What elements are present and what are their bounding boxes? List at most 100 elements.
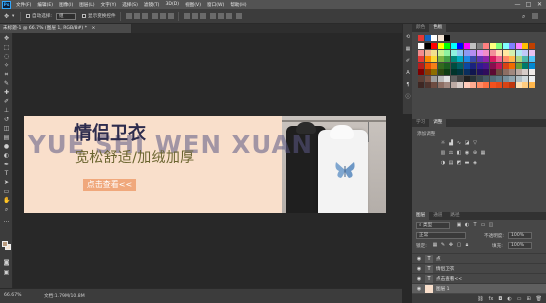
- layer-row[interactable]: ◉ T 情侣卫衣: [412, 263, 546, 273]
- color-swatch[interactable]: [515, 49, 522, 56]
- color-swatch[interactable]: [450, 82, 457, 88]
- healing-brush-tool-icon[interactable]: ✚: [3, 89, 10, 96]
- add-mask-icon[interactable]: ◘: [498, 296, 502, 302]
- dodge-tool-icon[interactable]: ◐: [3, 152, 10, 159]
- recent-color-swatch[interactable]: [418, 35, 424, 41]
- distribute-right-icon[interactable]: [226, 13, 232, 19]
- lock-transparent-icon[interactable]: ▦: [432, 243, 438, 248]
- color-swatch[interactable]: [418, 69, 424, 75]
- foreground-color-swatch[interactable]: [2, 241, 8, 247]
- opacity-field[interactable]: 100%: [508, 232, 532, 239]
- photo-filter-icon[interactable]: ◉: [464, 151, 470, 156]
- color-swatch[interactable]: [431, 43, 437, 49]
- color-swatch[interactable]: [470, 56, 476, 62]
- color-swatch[interactable]: [450, 49, 457, 56]
- align-right-icon[interactable]: [168, 13, 174, 19]
- color-swatch[interactable]: [483, 43, 489, 49]
- color-swatch[interactable]: [431, 56, 437, 62]
- color-swatch[interactable]: [424, 49, 431, 56]
- distribute-top-icon[interactable]: [184, 13, 190, 19]
- menu-select[interactable]: 选择(S): [122, 2, 138, 8]
- zoom-level[interactable]: 66.67%: [4, 293, 22, 298]
- color-swatch[interactable]: [444, 49, 450, 56]
- color-swatch[interactable]: [431, 69, 437, 75]
- color-swatch[interactable]: [509, 49, 515, 56]
- layer-kind-filter[interactable]: ⌕ 类型: [416, 222, 450, 229]
- color-swatch[interactable]: [437, 62, 444, 69]
- color-swatch[interactable]: [502, 43, 509, 49]
- show-transform-checkbox[interactable]: [82, 14, 86, 18]
- color-swatch[interactable]: [489, 69, 496, 75]
- color-swatch[interactable]: [444, 75, 450, 82]
- type-tool-icon[interactable]: T: [3, 170, 10, 177]
- history-icon[interactable]: ⟲: [405, 34, 411, 40]
- tab-layers[interactable]: 图层: [412, 212, 430, 220]
- color-swatch[interactable]: [483, 56, 489, 62]
- new-layer-icon[interactable]: ⊞: [526, 296, 530, 302]
- color-swatch[interactable]: [496, 62, 502, 69]
- levels-icon[interactable]: ▟: [448, 141, 454, 146]
- color-swatch[interactable]: [496, 82, 502, 88]
- color-swatch[interactable]: [444, 56, 450, 62]
- document-tab[interactable]: 未标题-1 @ 66.7% (图层 1, RGB/8#) * ×: [0, 24, 132, 33]
- color-swatch[interactable]: [424, 75, 431, 82]
- color-swatch[interactable]: [457, 82, 463, 88]
- recent-color-swatch[interactable]: [424, 35, 431, 41]
- color-swatch[interactable]: [476, 69, 483, 75]
- color-swatch[interactable]: [424, 82, 431, 88]
- quick-mask-icon[interactable]: ◙: [3, 259, 10, 266]
- color-swatch[interactable]: [431, 62, 437, 69]
- tab-learn[interactable]: 学习: [412, 119, 429, 127]
- align-top-icon[interactable]: [126, 13, 132, 19]
- menu-file[interactable]: 文件(F): [16, 2, 31, 8]
- color-swatch[interactable]: [528, 56, 535, 62]
- color-swatch[interactable]: [424, 56, 431, 62]
- visibility-eye-icon[interactable]: ◉: [416, 256, 422, 262]
- lock-pixels-icon[interactable]: ✎: [440, 243, 446, 248]
- color-swatch[interactable]: [528, 62, 535, 69]
- color-swatch[interactable]: [489, 82, 496, 88]
- color-swatch[interactable]: [418, 56, 424, 62]
- color-swatch[interactable]: [463, 49, 470, 56]
- color-swatch[interactable]: [437, 82, 444, 88]
- lock-position-icon[interactable]: ✥: [448, 243, 454, 248]
- filter-adjustment-icon[interactable]: ◐: [464, 223, 470, 228]
- more-tools-icon[interactable]: …: [3, 217, 10, 224]
- invert-icon[interactable]: ◑: [440, 161, 446, 166]
- color-swatch[interactable]: [489, 75, 496, 82]
- color-swatch[interactable]: [437, 43, 444, 49]
- layer-row[interactable]: ◉ T 点: [412, 253, 546, 263]
- history-brush-tool-icon[interactable]: ↺: [3, 116, 10, 123]
- color-swatch[interactable]: [489, 49, 496, 56]
- distribute-left-icon[interactable]: [210, 13, 216, 19]
- minimize-button[interactable]: —: [514, 0, 521, 9]
- menu-view[interactable]: 视图(V): [185, 2, 201, 8]
- distribute-bottom-icon[interactable]: [200, 13, 206, 19]
- tab-color[interactable]: 颜色: [412, 24, 429, 32]
- filter-shape-icon[interactable]: ▭: [480, 223, 486, 228]
- trash-icon[interactable]: 🗑︎: [536, 296, 542, 302]
- color-swatch[interactable]: [450, 75, 457, 82]
- color-swatch[interactable]: [457, 75, 463, 82]
- color-swatch[interactable]: [515, 43, 522, 49]
- auto-align-icon[interactable]: [236, 13, 242, 19]
- color-swatch[interactable]: [489, 43, 496, 49]
- color-swatch[interactable]: [437, 69, 444, 75]
- color-swatch[interactable]: [483, 75, 489, 82]
- selective-color-icon[interactable]: ◈: [472, 161, 478, 166]
- gradient-tool-icon[interactable]: ▤: [3, 134, 10, 141]
- recent-color-swatch[interactable]: [437, 35, 444, 41]
- lock-all-icon[interactable]: 🔒︎: [464, 243, 470, 248]
- color-balance-icon[interactable]: ⚖: [448, 151, 454, 156]
- clone-stamp-tool-icon[interactable]: ⊥: [3, 107, 10, 114]
- color-swatch[interactable]: [496, 56, 502, 62]
- color-swatch[interactable]: [470, 82, 476, 88]
- color-swatch[interactable]: [418, 49, 424, 56]
- color-swatch[interactable]: [489, 62, 496, 69]
- color-swatch[interactable]: [463, 43, 470, 49]
- color-swatch[interactable]: [424, 43, 431, 49]
- gradient-map-icon[interactable]: ▬: [464, 161, 470, 166]
- menu-layer[interactable]: 图层(L): [79, 2, 94, 8]
- recent-color-swatch[interactable]: [444, 35, 450, 41]
- tab-channels[interactable]: 通道: [429, 212, 446, 220]
